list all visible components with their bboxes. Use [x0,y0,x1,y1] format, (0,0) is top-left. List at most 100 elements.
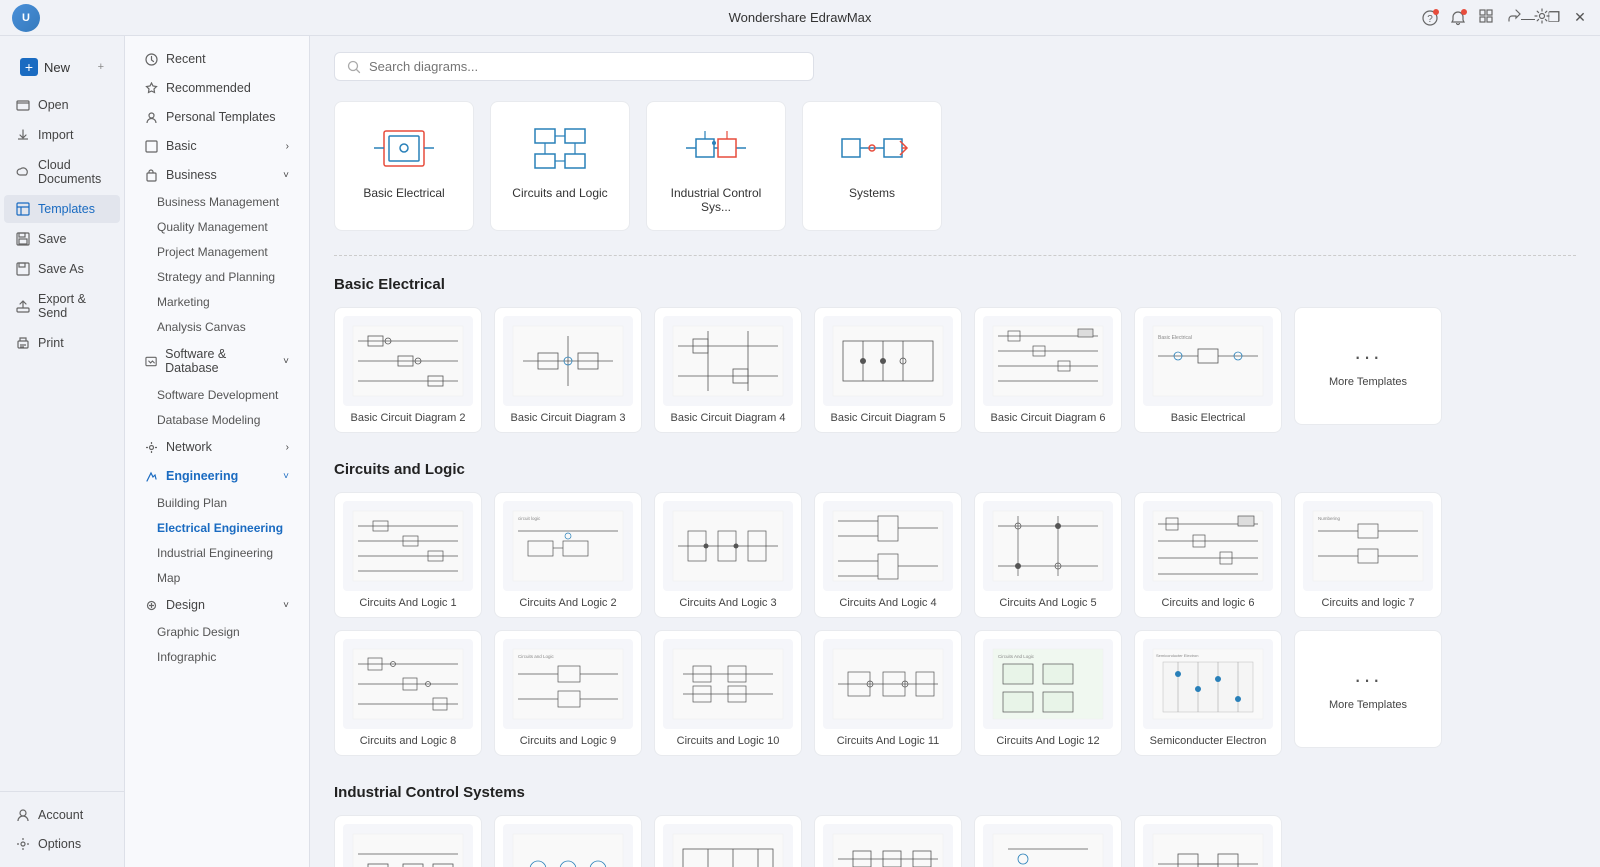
nav-project-management[interactable]: Project Management [129,240,305,264]
sidebar-item-account[interactable]: Account [4,801,120,829]
thumb-basic-circuit-6 [983,316,1113,406]
template-basic-circuit-6[interactable]: Basic Circuit Diagram 6 [974,307,1122,433]
nav-marketing[interactable]: Marketing [129,290,305,314]
template-ics-4[interactable] [814,815,962,867]
cat-basic-electrical[interactable]: Basic Electrical [334,101,474,231]
sidebar-bottom: Account Options [0,791,124,859]
template-basic-electrical[interactable]: Basic Electrical Basic Electrical [1134,307,1282,433]
help-icon[interactable]: ? [1422,10,1438,26]
more-circuits-logic[interactable]: ··· More Templates [1294,630,1442,748]
print-icon [16,336,30,350]
new-button[interactable]: + New + [12,52,112,82]
nav-software[interactable]: Software & Database ˅ [129,340,305,382]
label-basic-circuit-2: Basic Circuit Diagram 2 [343,412,473,424]
sidebar-item-cloud[interactable]: Cloud Documents [4,151,120,193]
engineering-icon [145,470,158,483]
section-title-basic-electrical: Basic Electrical [334,276,1576,293]
template-cal-6[interactable]: Circuits and logic 6 [1134,492,1282,618]
nav-engineering[interactable]: Engineering ˅ [129,462,305,490]
nav-building-plan[interactable]: Building Plan [129,491,305,515]
restore-button[interactable]: ❐ [1546,10,1562,26]
nav-recommended[interactable]: Recommended [129,74,305,102]
nav-recent[interactable]: Recent [129,45,305,73]
sidebar-item-open[interactable]: Open [4,91,120,119]
nav-infographic[interactable]: Infographic [129,645,305,669]
cat-industrial-control[interactable]: Industrial Control Sys... [646,101,786,231]
cat-systems[interactable]: Systems [802,101,942,231]
template-basic-circuit-3[interactable]: Basic Circuit Diagram 3 [494,307,642,433]
minimize-button[interactable]: — [1520,10,1536,26]
template-cal-10[interactable]: Circuits and Logic 10 [654,630,802,756]
export-icon [16,299,30,313]
thumb-ics-5 [983,824,1113,867]
nav-electrical-engineering[interactable]: Electrical Engineering [129,516,305,540]
person-icon [145,111,158,124]
thumb-basic-electrical: Basic Electrical [1143,316,1273,406]
nav-analysis-canvas[interactable]: Analysis Canvas [129,315,305,339]
nav-business-management[interactable]: Business Management [129,190,305,214]
nav-network[interactable]: Network › [129,433,305,461]
svg-text:Basic Electrical: Basic Electrical [1158,335,1192,341]
label-cal-3: Circuits And Logic 3 [663,597,793,609]
template-cal-2[interactable]: circuit logic Circuits And Logic 2 [494,492,642,618]
template-ics-5[interactable] [974,815,1122,867]
template-ics-1[interactable] [334,815,482,867]
thumb-semiconducter: Semiconducter Electron [1143,639,1273,729]
nav-map[interactable]: Map [129,566,305,590]
template-basic-circuit-4[interactable]: Basic Circuit Diagram 4 [654,307,802,433]
label-cal-8: Circuits and Logic 8 [343,735,473,747]
search-input[interactable] [369,59,801,74]
template-cal-3[interactable]: Circuits And Logic 3 [654,492,802,618]
more-basic-electrical[interactable]: ··· More Templates [1294,307,1442,425]
template-basic-circuit-5[interactable]: Basic Circuit Diagram 5 [814,307,962,433]
template-cal-8[interactable]: Circuits and Logic 8 [334,630,482,756]
nav-business[interactable]: Business ˅ [129,161,305,189]
template-ics-3[interactable] [654,815,802,867]
sidebar-item-options[interactable]: Options [4,830,120,858]
avatar[interactable]: U [12,4,40,32]
template-cal-9[interactable]: Circuits and Logic Circuits and Logic 9 [494,630,642,756]
template-semiconducter[interactable]: Semiconducter Electron Semicond [1134,630,1282,756]
sidebar-item-import[interactable]: Import [4,121,120,149]
template-cal-4[interactable]: Circuits And Logic 4 [814,492,962,618]
nav-industrial-engineering[interactable]: Industrial Engineering [129,541,305,565]
search-bar[interactable] [334,52,814,81]
cat-icon-systems [819,118,925,178]
thumb-cal-12: Circuits And Logic [983,639,1113,729]
notification-icon[interactable] [1450,10,1466,26]
cat-circuits-logic[interactable]: Circuits and Logic [490,101,630,231]
section-industrial: Industrial Control Systems [334,784,1576,867]
template-cal-11[interactable]: Circuits And Logic 11 [814,630,962,756]
label-cal-5: Circuits And Logic 5 [983,597,1113,609]
template-cal-7[interactable]: Numbering Circuits and logic 7 [1294,492,1442,618]
nav-software-dev[interactable]: Software Development [129,383,305,407]
grid-icon[interactable] [1478,8,1494,27]
template-ics-2[interactable] [494,815,642,867]
sidebar-item-print[interactable]: Print [4,329,120,357]
sidebar-item-save-as[interactable]: Save As [4,255,120,283]
thumb-basic-circuit-4 [663,316,793,406]
nav-strategy-planning[interactable]: Strategy and Planning [129,265,305,289]
nav-database-modeling[interactable]: Database Modeling [129,408,305,432]
sidebar-item-export[interactable]: Export & Send [4,285,120,327]
nav-basic[interactable]: Basic › [129,132,305,160]
nav-quality-management[interactable]: Quality Management [129,215,305,239]
options-icon [16,837,30,851]
thumb-ics-2 [503,824,633,867]
design-chevron: ˅ [283,600,289,611]
close-button[interactable]: ✕ [1572,10,1588,26]
thumb-ics-1 [343,824,473,867]
sidebar-item-templates[interactable]: Templates [4,195,120,223]
template-cal-12[interactable]: Circuits And Logic Circuits And Logic 12 [974,630,1122,756]
nav-graphic-design[interactable]: Graphic Design [129,620,305,644]
label-basic-circuit-3: Basic Circuit Diagram 3 [503,412,633,424]
template-cal-5[interactable]: Circuits And Logic 5 [974,492,1122,618]
template-cal-1[interactable]: Circuits And Logic 1 [334,492,482,618]
nav-design[interactable]: Design ˅ [129,591,305,619]
label-basic-electrical: Basic Electrical [1143,412,1273,424]
sidebar-item-save[interactable]: Save [4,225,120,253]
nav-personal[interactable]: Personal Templates [129,103,305,131]
template-basic-circuit-2[interactable]: Basic Circuit Diagram 2 [334,307,482,433]
template-ics-6[interactable] [1134,815,1282,867]
account-icon [16,808,30,822]
